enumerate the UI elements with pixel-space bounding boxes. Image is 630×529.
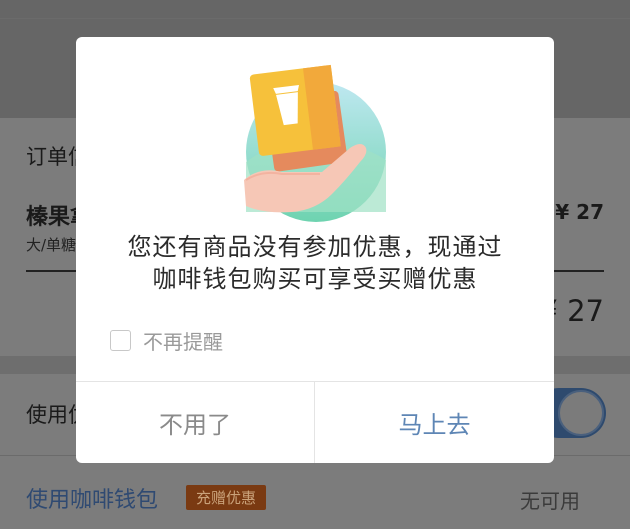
item-spec: 大/单糖 [26, 236, 77, 254]
dialog-message: 您还有商品没有参加优惠，现通过 咖啡钱包购买可享受买赠优惠 [76, 231, 554, 295]
cancel-button[interactable]: 不用了 [76, 382, 314, 463]
message-line-2: 咖啡钱包购买可享受买赠优惠 [152, 265, 478, 293]
header-divider [0, 18, 630, 19]
promo-dialog: 您还有商品没有参加优惠，现通过 咖啡钱包购买可享受买赠优惠 不再提醒 不用了 马… [76, 37, 554, 463]
dont-remind-option[interactable]: 不再提醒 [110, 326, 223, 355]
message-line-1: 您还有商品没有参加优惠，现通过 [127, 233, 503, 261]
wallet-badge: 充赠优惠 [186, 485, 267, 510]
wallet-label[interactable]: 使用咖啡钱包 [26, 482, 158, 514]
wallet-status: 无可用 [520, 489, 580, 513]
toggle-knob [558, 390, 604, 436]
dont-remind-checkbox[interactable] [110, 330, 131, 351]
dont-remind-label: 不再提醒 [143, 330, 223, 354]
go-now-button[interactable]: 马上去 [315, 382, 554, 463]
hand-holding-coupon-cards-icon [244, 64, 386, 222]
item-price: ¥ 27 [555, 200, 604, 224]
